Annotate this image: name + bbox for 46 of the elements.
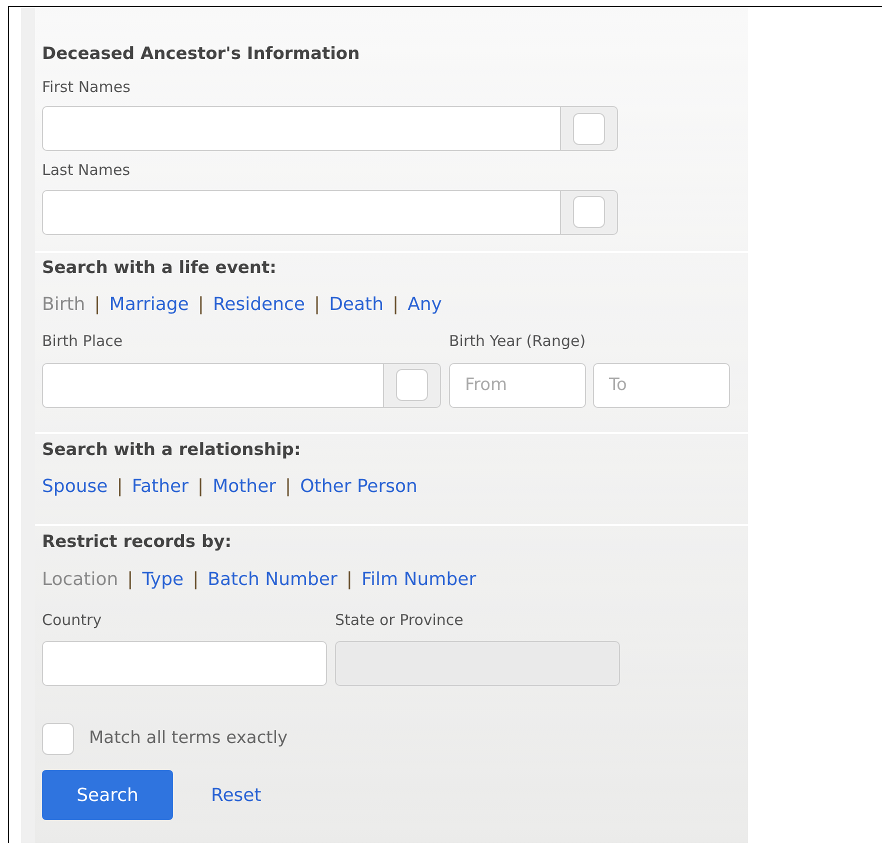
section-heading: Deceased Ancestor's Information xyxy=(42,43,361,66)
field-label: First Names xyxy=(42,76,132,98)
separator: | xyxy=(127,568,134,592)
filter-link[interactable]: Any xyxy=(408,291,442,318)
filter-link[interactable]: Spouse xyxy=(42,473,108,500)
checkbox-label: Match all terms exactly xyxy=(89,727,288,750)
filter-link[interactable]: Death xyxy=(329,291,384,318)
section-heading: Restrict records by: xyxy=(42,531,233,554)
separator: | xyxy=(285,475,292,499)
filter-link[interactable]: Film Number xyxy=(362,566,476,592)
exact-checkbox[interactable] xyxy=(573,196,605,228)
text-input[interactable] xyxy=(42,362,384,408)
selected-filter[interactable]: Location xyxy=(42,566,118,592)
filter-link[interactable]: Marriage xyxy=(109,291,189,318)
exact-checkbox[interactable] xyxy=(396,369,428,401)
separator: | xyxy=(116,475,123,499)
filter-link[interactable]: Residence xyxy=(212,291,305,318)
year-from-input[interactable]: From xyxy=(449,362,586,408)
separator: | xyxy=(392,293,399,317)
separator: | xyxy=(346,568,352,592)
field-label: Country xyxy=(42,610,103,630)
field-label: Birth Year (Range) xyxy=(449,331,587,352)
year-to-input[interactable]: To xyxy=(593,362,730,408)
reset-link[interactable]: Reset xyxy=(211,782,262,808)
filter-link[interactable]: Other Person xyxy=(300,473,418,500)
filter-link[interactable]: Mother xyxy=(212,473,276,500)
text-input[interactable] xyxy=(42,641,327,686)
separator: | xyxy=(198,293,204,317)
text-input[interactable] xyxy=(42,190,561,234)
exact-checkbox[interactable] xyxy=(573,112,605,144)
text-input[interactable] xyxy=(42,106,561,151)
selected-filter[interactable]: Birth xyxy=(42,291,86,318)
field-label: Last Names xyxy=(42,160,132,181)
section-heading: Search with a life event: xyxy=(42,256,278,280)
separator: | xyxy=(197,475,204,499)
filter-link[interactable]: Batch Number xyxy=(208,566,338,592)
separator: | xyxy=(94,293,100,317)
separator: | xyxy=(314,293,320,317)
search-button[interactable]: Search xyxy=(42,770,173,820)
filter-link[interactable]: Type xyxy=(142,566,184,592)
field-label: Birth Place xyxy=(42,331,124,352)
field-label: State or Province xyxy=(335,610,464,630)
section-heading: Search with a relationship: xyxy=(42,438,302,462)
separator: | xyxy=(192,568,199,592)
filter-link[interactable]: Father xyxy=(132,473,188,500)
match-checkbox[interactable] xyxy=(42,723,74,755)
